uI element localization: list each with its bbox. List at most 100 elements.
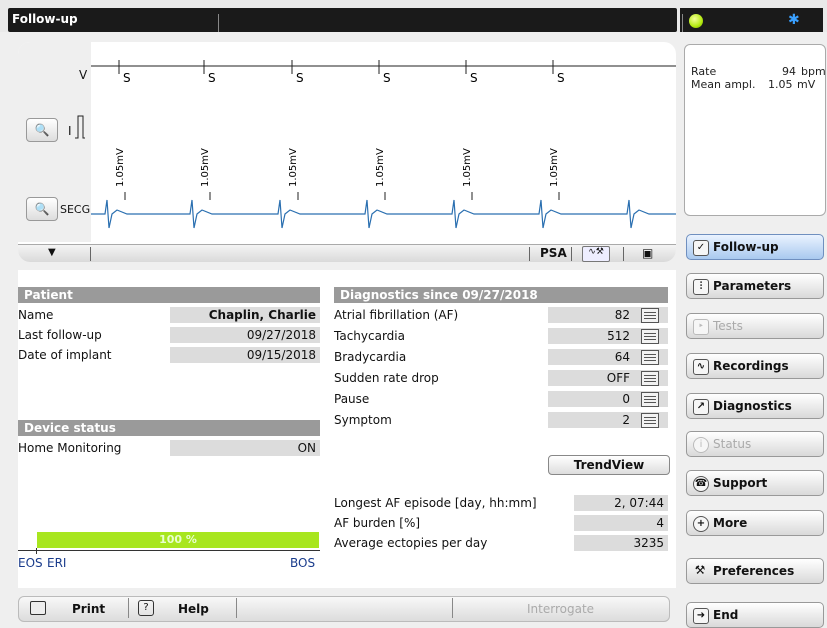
printer-icon[interactable] — [30, 601, 46, 615]
episode-list-icon[interactable] — [641, 392, 659, 407]
last-follow-up-label: Last follow-up — [18, 328, 102, 342]
nav-tests-button[interactable]: ‣ Tests — [686, 313, 824, 339]
nav-parameters-label: Parameters — [713, 279, 792, 293]
diagnostic-label: Bradycardia — [334, 350, 407, 364]
diagnostic-value: 512 — [548, 328, 634, 344]
secg-trace — [91, 199, 676, 229]
wrench-icon: ⚒ — [694, 563, 706, 577]
amplitude-label: 1.05mV — [115, 148, 126, 187]
title-separator — [218, 14, 219, 32]
chevron-down-icon[interactable]: ▼ — [48, 247, 56, 258]
statistic-label: Average ectopies per day — [334, 536, 488, 550]
amplitude-label: 1.05mV — [200, 148, 211, 187]
statistic-value: 3235 — [574, 535, 668, 551]
nav-more-label: More — [713, 516, 748, 530]
rate-label: Rate — [691, 65, 717, 78]
camera-icon[interactable]: ▣ — [642, 246, 653, 260]
recordings-icon: ∿ — [693, 359, 709, 375]
episode-list-icon[interactable] — [641, 350, 659, 365]
amplitude-label: 1.05mV — [549, 148, 560, 187]
amplitude-label: 1.05mV — [375, 148, 386, 187]
nav-parameters-button[interactable]: ⫶ Parameters — [686, 273, 824, 299]
episode-list-icon[interactable] — [641, 413, 659, 428]
ecg-traces: S S S S S S 1.05mV 1.05mV 1.05mV 1.05mV 1.05mV 1.0… — [91, 60, 676, 229]
sliders-icon: ⫶ — [693, 279, 709, 295]
nav-status-button[interactable]: i Status — [686, 431, 824, 457]
diagnostic-value: 2 — [548, 412, 634, 428]
calibration-pulse-icon — [75, 115, 85, 139]
channel-label-v: V — [79, 68, 88, 82]
last-follow-up-value: 09/27/2018 — [170, 327, 320, 343]
episode-list-icon[interactable] — [641, 308, 659, 323]
mean-ampl-label: Mean ampl. — [691, 78, 756, 91]
help-icon[interactable]: ? — [138, 600, 154, 616]
nav-diagnostics-button[interactable]: ↗ Diagnostics — [686, 393, 824, 419]
episode-list-icon[interactable] — [641, 329, 659, 344]
ecg-panel: V 🔍 I 🔍 SECG S S S S S S 1.05mV 1.05mV 1.05mV 1.… — [18, 42, 676, 262]
nav-more-button[interactable]: + More — [686, 510, 824, 536]
nav-preferences-button[interactable]: ⚒ Preferences — [686, 558, 824, 584]
date-of-implant-value: 09/15/2018 — [170, 347, 320, 363]
channel-label-i: I — [68, 124, 72, 138]
tests-icon: ‣ — [693, 319, 709, 335]
interrogate-button[interactable]: Interrogate — [527, 602, 594, 616]
amplitude-label: 1.05mV — [288, 148, 299, 187]
beat-marker-label: S — [296, 71, 304, 85]
exit-arrow-icon: ➜ — [693, 608, 709, 624]
mean-ampl-value: 1.05 — [768, 78, 793, 91]
diagnostic-label: Sudden rate drop — [334, 371, 439, 385]
print-button[interactable]: Print — [72, 602, 105, 616]
zoom-channel-i-button[interactable]: 🔍 — [26, 118, 58, 142]
zoom-channel-secg-button[interactable]: 🔍 — [26, 197, 58, 221]
trendview-button[interactable]: TrendView — [548, 455, 670, 475]
channel-label-secg: SECG — [60, 203, 91, 216]
ecg-footer-toolbar: ▼ ∿⚒ ▣ — [18, 244, 676, 262]
help-button[interactable]: Help — [178, 602, 209, 616]
battery-eos-label: EOS — [18, 556, 43, 570]
battery-eri-label: ERI — [47, 556, 67, 570]
plus-icon: + — [693, 516, 709, 532]
clipboard-check-icon: ✓ — [693, 240, 709, 256]
diagnostic-value: 0 — [548, 391, 634, 407]
statistic-label: AF burden [%] — [334, 516, 421, 530]
beat-marker-label: S — [470, 71, 478, 85]
patient-header: Patient — [18, 287, 320, 303]
nav-support-button[interactable]: ☎ Support — [686, 470, 824, 496]
nav-end-button[interactable]: ➜ End — [686, 602, 824, 628]
diagnostic-value: OFF — [548, 370, 634, 386]
beat-marker-label: S — [557, 71, 565, 85]
patient-name-label: Name — [18, 308, 54, 322]
diagnostic-value: 64 — [548, 349, 634, 365]
rate-info-box: Rate 94 bpm Mean ampl. 1.05 mV — [684, 44, 826, 216]
nav-follow-up-label: Follow-up — [713, 240, 779, 254]
nav-status-label: Status — [713, 437, 752, 451]
episode-list-icon[interactable] — [641, 371, 659, 386]
rate-unit: bpm — [801, 65, 826, 78]
battery-bos-label: BOS — [290, 556, 316, 570]
date-of-implant-label: Date of implant — [18, 348, 112, 362]
zoom-icon: 🔍 — [34, 123, 50, 137]
zoom-icon: 🔍 — [34, 202, 50, 216]
nav-tests-label: Tests — [713, 319, 743, 333]
title-bar — [8, 8, 677, 32]
nav-recordings-button[interactable]: ∿ Recordings — [686, 353, 824, 379]
device-status-header: Device status — [18, 420, 320, 436]
psa-button[interactable]: PSA — [540, 246, 567, 260]
diagnostic-label: Symptom — [334, 413, 392, 427]
mean-ampl-unit: mV — [797, 78, 816, 91]
ecg-settings-icon[interactable]: ∿⚒ — [582, 246, 610, 262]
support-icon: ☎ — [693, 476, 709, 492]
battery-level-label: 100 % — [159, 533, 197, 546]
nav-recordings-label: Recordings — [713, 359, 789, 373]
home-monitoring-value: ON — [170, 440, 320, 456]
info-icon: i — [693, 437, 709, 453]
status-separator — [682, 14, 683, 32]
statistic-label: Longest AF episode [day, hh:mm] — [334, 496, 537, 510]
nav-follow-up-button[interactable]: ✓ Follow-up — [686, 234, 824, 260]
patient-name-value: Chaplin, Charlie — [170, 307, 320, 323]
battery-scale-tick — [36, 548, 37, 554]
connection-status-led-icon — [689, 14, 703, 28]
diagnostic-value: 82 — [548, 307, 634, 323]
diagnostic-label: Atrial fibrillation (AF) — [334, 308, 459, 322]
nav-support-label: Support — [713, 476, 768, 490]
